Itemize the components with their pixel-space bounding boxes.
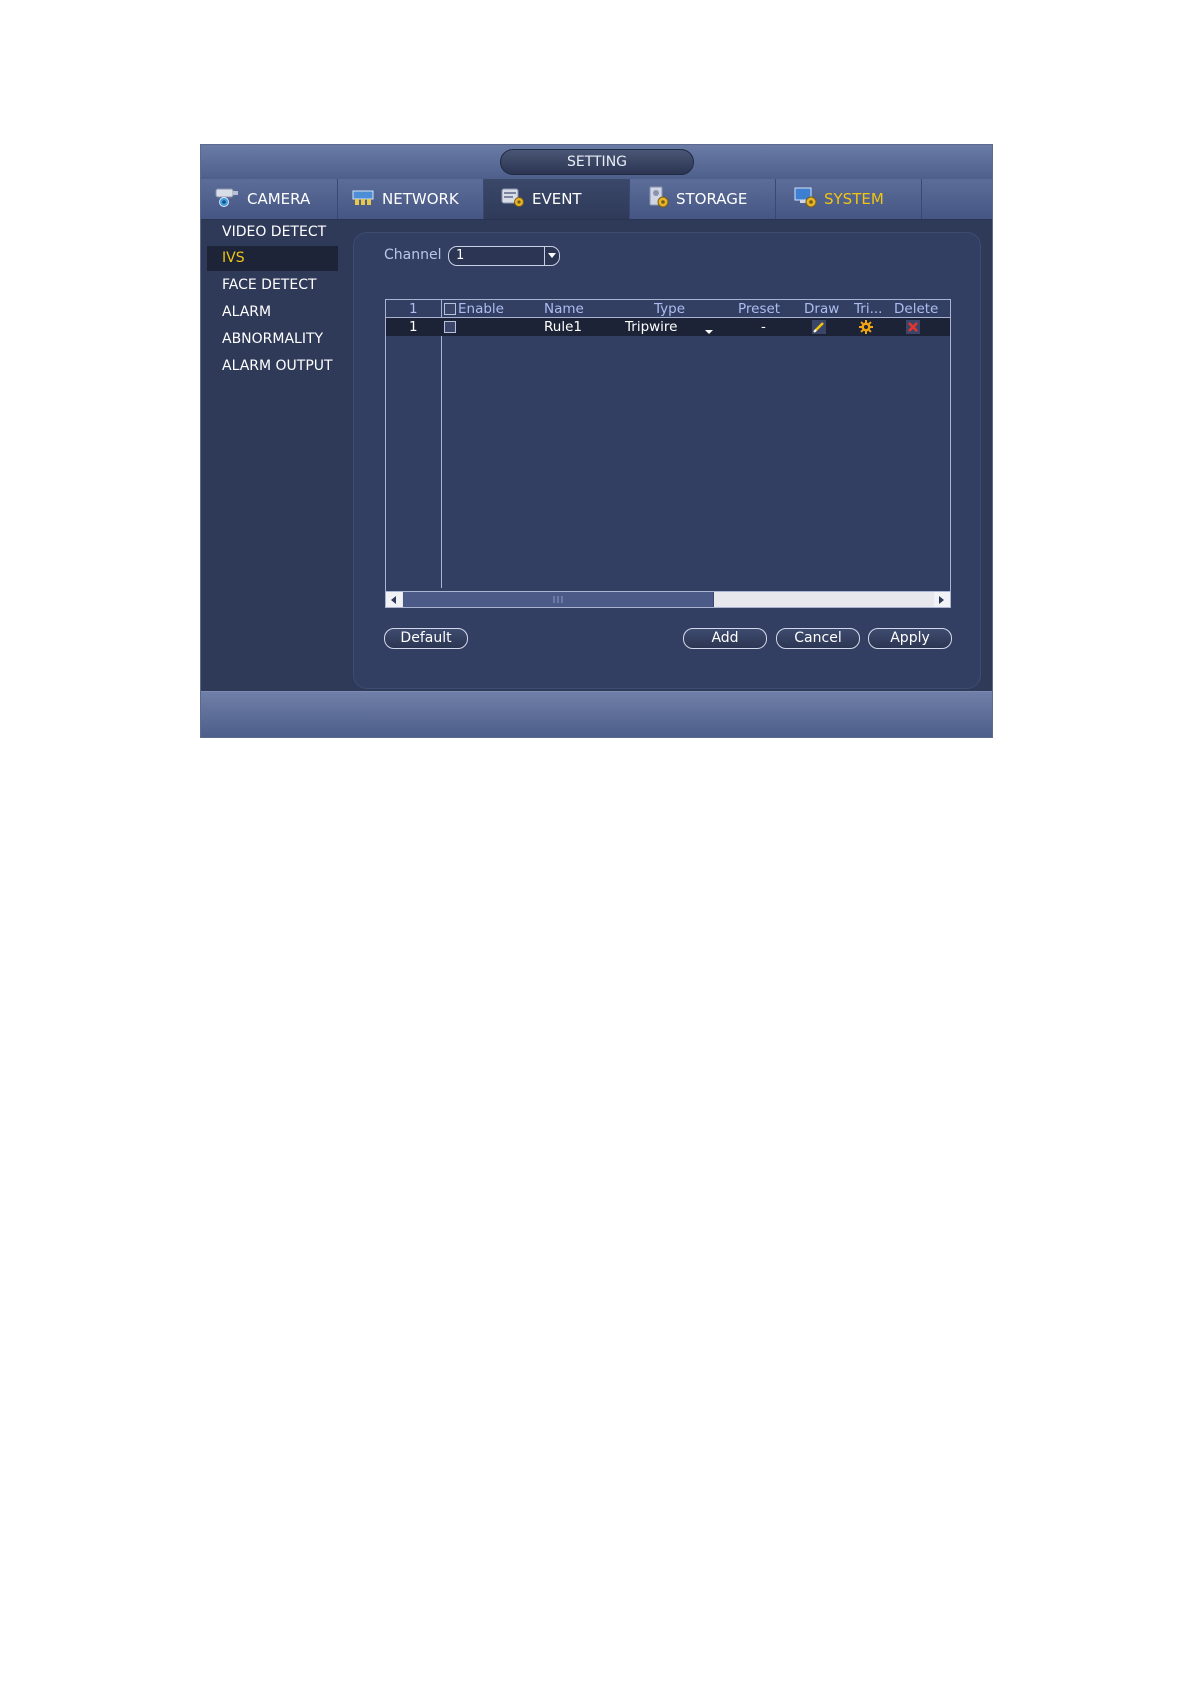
sidebar-item-face-detect[interactable]: FACE DETECT (207, 273, 338, 298)
channel-value: 1 (456, 248, 465, 263)
channel-select[interactable]: 1 (448, 246, 560, 266)
scroll-right-icon[interactable] (934, 592, 950, 607)
storage-icon (648, 185, 670, 213)
sidebar-item-abnormality[interactable]: ABNORMALITY (207, 327, 338, 352)
column-divider (441, 300, 442, 588)
table-header: 1 Enable Name Type Preset Draw Tri... De… (386, 300, 950, 318)
row-index: 1 (409, 319, 418, 335)
channel-label: Channel (384, 247, 442, 263)
table-row[interactable]: 1 Rule1 Tripwire - (386, 318, 950, 336)
header-delete: Delete (894, 301, 939, 317)
tab-storage[interactable]: STORAGE (630, 179, 776, 219)
title-bar: SETTING (201, 145, 992, 179)
sidebar-item-ivs[interactable]: IVS (207, 246, 338, 271)
select-all-checkbox[interactable] (444, 303, 456, 315)
sidebar-item-alarm[interactable]: ALARM (207, 300, 338, 325)
tab-label: SYSTEM (824, 190, 884, 208)
main-tab-bar: CAMERA NETWORK EVENT STORAGE SYSTEM (201, 179, 992, 220)
gear-icon[interactable] (858, 319, 874, 335)
header-enable: Enable (458, 301, 504, 317)
rule-type[interactable]: Tripwire (625, 318, 677, 336)
header-preset: Preset (738, 301, 781, 317)
enable-checkbox[interactable] (444, 321, 456, 333)
tab-label: STORAGE (676, 190, 748, 208)
ivs-panel: Channel 1 1 Enable Name Type Preset Draw… (353, 232, 981, 689)
window-title: SETTING (500, 149, 694, 175)
tab-event[interactable]: EVENT (484, 179, 630, 219)
header-name: Name (544, 301, 584, 317)
camera-icon (215, 186, 241, 212)
delete-x-icon[interactable] (905, 319, 921, 335)
rule-preset: - (761, 319, 766, 335)
add-button[interactable]: Add (683, 628, 767, 649)
cancel-button[interactable]: Cancel (776, 628, 860, 649)
sidebar-item-alarm-output[interactable]: ALARM OUTPUT (207, 354, 338, 379)
tab-label: EVENT (532, 190, 582, 208)
event-icon (500, 186, 526, 212)
header-trigger: Tri... (854, 301, 883, 317)
tab-system[interactable]: SYSTEM (776, 179, 922, 219)
type-dropdown-icon[interactable] (704, 322, 714, 334)
header-draw: Draw (804, 301, 840, 317)
header-type: Type (654, 301, 686, 317)
system-icon (794, 185, 818, 213)
horizontal-scrollbar[interactable] (386, 591, 950, 607)
header-index: 1 (409, 301, 418, 317)
tab-label: NETWORK (382, 190, 459, 208)
sidebar: VIDEO DETECT IVS FACE DETECT ALARM ABNOR… (201, 220, 346, 690)
tab-network[interactable]: NETWORK (338, 179, 484, 219)
rule-name: Rule1 (544, 319, 582, 335)
default-button[interactable]: Default (384, 628, 468, 649)
settings-window: SETTING CAMERA NETWORK EVENT STORAGE SYS… (200, 144, 993, 738)
scrollbar-thumb[interactable] (403, 592, 714, 607)
tab-camera[interactable]: CAMERA (201, 179, 338, 219)
network-icon (352, 187, 376, 211)
apply-button[interactable]: Apply (868, 628, 952, 649)
chevron-down-icon[interactable] (544, 247, 559, 265)
scroll-left-icon[interactable] (386, 592, 402, 607)
pencil-icon[interactable] (811, 319, 827, 335)
sidebar-item-video-detect[interactable]: VIDEO DETECT (207, 220, 338, 245)
bottom-bar (201, 691, 992, 737)
ivs-rules-table: 1 Enable Name Type Preset Draw Tri... De… (385, 299, 951, 608)
tab-label: CAMERA (247, 190, 311, 208)
